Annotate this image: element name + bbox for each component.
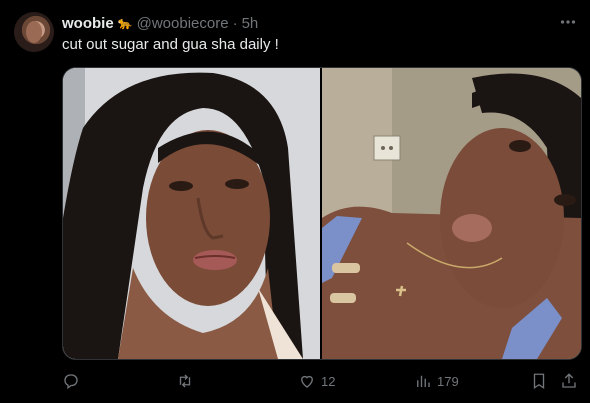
photo-right-illustration	[322, 68, 581, 359]
separator-dot: ·	[232, 14, 238, 32]
media-photo-left[interactable]	[63, 68, 320, 359]
share-icon	[562, 373, 576, 388]
media-grid	[62, 67, 582, 360]
more-options-button[interactable]	[558, 12, 578, 32]
action-bar: 12 179	[56, 370, 582, 392]
tweet[interactable]: woobie 🐆 @woobiecore · 5h cut out sugar …	[0, 0, 590, 403]
author-handle[interactable]: @woobiecore	[137, 15, 229, 32]
avatar[interactable]	[14, 12, 54, 52]
bookmark-icon	[533, 373, 545, 390]
more-icon	[560, 20, 576, 24]
reply-icon	[64, 374, 78, 390]
media-photo-right[interactable]	[322, 68, 581, 359]
retweet-icon	[179, 374, 191, 388]
bookmark-button[interactable]	[530, 370, 548, 392]
author-emoji: 🐆	[117, 16, 133, 30]
author-name[interactable]: woobie	[62, 15, 114, 32]
reply-button[interactable]	[62, 370, 80, 392]
views-button[interactable]: 179	[414, 370, 459, 392]
like-count: 12	[321, 373, 336, 389]
tweet-time[interactable]: 5h	[242, 15, 259, 32]
heart-icon	[301, 375, 313, 388]
avatar-face	[26, 21, 42, 43]
tweet-header: woobie 🐆 @woobiecore · 5h	[62, 13, 258, 33]
retweet-button[interactable]	[176, 370, 194, 392]
tweet-text: cut out sugar and gua sha daily !	[62, 36, 279, 53]
photo-left-illustration	[63, 68, 320, 359]
share-button[interactable]	[560, 370, 578, 392]
views-icon	[417, 375, 430, 387]
like-button[interactable]: 12	[298, 370, 335, 392]
views-count: 179	[437, 373, 459, 389]
